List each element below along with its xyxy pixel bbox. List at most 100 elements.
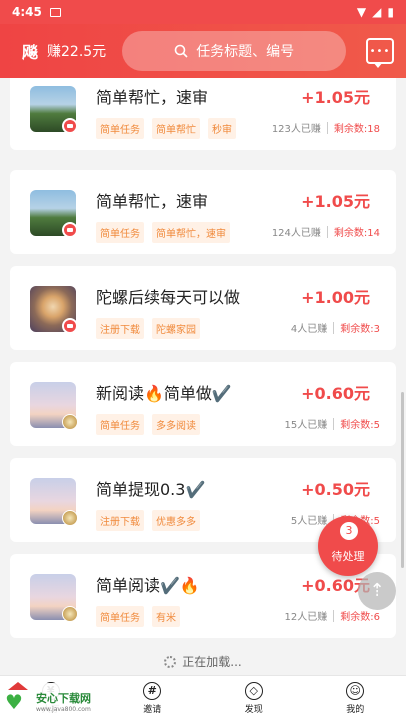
tab-3[interactable]: ☺ 我的 <box>305 676 406 721</box>
pending-label: 待处理 <box>331 550 365 563</box>
task-meta: 4人已赚 剩余数:3 <box>291 320 380 335</box>
search-placeholder: 任务标题、编号 <box>196 44 295 60</box>
meta-divider <box>326 121 328 134</box>
arrow-up-icon: ⇡ <box>369 580 385 601</box>
app-header: 飚 赚22.5元 任务标题、编号 ••• <box>0 24 406 78</box>
search-icon <box>174 44 188 58</box>
app-logo: 飚 <box>22 43 38 62</box>
hash-icon: # <box>143 682 162 700</box>
message-icon[interactable]: ••• <box>366 38 394 68</box>
sim-icon <box>49 7 61 17</box>
status-time: 4:45 <box>12 5 42 19</box>
house-icon <box>8 682 28 690</box>
search-bar[interactable]: 任务标题、编号 <box>122 31 347 71</box>
meta-divider <box>333 609 335 622</box>
pending-count: 3 <box>340 522 358 540</box>
meta-divider <box>333 321 335 334</box>
battery-icon: ▮ <box>387 5 394 19</box>
loading-text: 正在加载... <box>182 655 242 669</box>
task-tags: 注册下载 优惠多多 <box>96 510 200 531</box>
tab-2[interactable]: ◇ 发现 <box>203 676 305 721</box>
compass-icon: ◇ <box>244 682 263 700</box>
task-tag: 简单帮忙，速审 <box>152 222 230 243</box>
wifi-icon: ▼ <box>356 5 367 19</box>
remaining-count: 剩余数:14 <box>333 228 380 239</box>
remaining-count: 剩余数:6 <box>340 612 380 623</box>
task-price: +1.05元 <box>301 88 370 107</box>
coin-badge-icon <box>62 510 78 526</box>
task-card[interactable]: 简单帮忙，速审 +1.05元 简单任务 简单帮忙，速审 124人已赚 剩余数:14 <box>10 170 396 254</box>
earned-amount[interactable]: 赚22.5元 <box>47 41 106 61</box>
task-title: 简单提现0.3✔️ <box>96 480 206 499</box>
task-tag: 注册下载 <box>96 318 144 339</box>
earned-count: 124人已赚 <box>271 228 321 239</box>
task-title: 陀螺后续每天可以做 <box>96 288 241 307</box>
watermark-title: 安心下载网 <box>36 691 91 705</box>
task-tag: 简单任务 <box>96 222 144 243</box>
watermark-url: www.java800.com <box>36 705 91 713</box>
task-tag: 简单任务 <box>96 414 144 435</box>
task-meta: 123人已赚 剩余数:18 <box>272 120 380 135</box>
task-list[interactable]: 简单帮忙，速审 +1.05元 简单任务 简单帮忙 秒审 123人已赚 剩余数:18 简单帮忙，… <box>0 78 406 675</box>
task-tag: 简单任务 <box>96 118 144 139</box>
signal-icon: ◢ <box>372 5 382 19</box>
task-title: 简单帮忙，速审 <box>96 192 209 211</box>
tab-1[interactable]: # 邀请 <box>102 676 204 721</box>
task-price: +1.05元 <box>301 192 370 211</box>
task-title: 新阅读🔥简单做✔️ <box>96 384 232 403</box>
task-title: 简单阅读✔️🔥 <box>96 576 200 595</box>
task-tag: 有米 <box>152 606 180 627</box>
task-tag: 优惠多多 <box>152 510 200 531</box>
remaining-count: 剩余数:18 <box>333 124 380 135</box>
tab-label: 邀请 <box>143 705 162 715</box>
tab-label: 我的 <box>346 705 365 715</box>
task-tag: 简单帮忙 <box>152 118 200 139</box>
task-tag: 秒审 <box>208 118 236 139</box>
task-tag: 多多阅读 <box>152 414 200 435</box>
car-badge-icon <box>62 318 78 334</box>
coin-badge-icon <box>62 606 78 622</box>
remaining-count: 剩余数:5 <box>340 420 380 431</box>
task-tag: 简单任务 <box>96 606 144 627</box>
task-card[interactable]: 新阅读🔥简单做✔️ +0.60元简单任务 多多阅读 15人已赚 剩余数:5 <box>10 362 396 446</box>
task-meta: 15人已赚 剩余数:5 <box>285 416 380 431</box>
task-card[interactable]: 简单帮忙，速审 +1.05元简单任务 简单帮忙 秒审 123人已赚 剩余数:18 <box>10 78 396 150</box>
heart-icon: ♥ <box>5 690 23 714</box>
car-badge-icon <box>62 118 78 134</box>
face-icon: ☺ <box>346 682 365 700</box>
earned-count: 5人已赚 <box>290 516 328 527</box>
tab-label: 发现 <box>244 705 263 715</box>
task-tags: 简单任务 简单帮忙，速审 <box>96 222 230 243</box>
task-price: +1.00元 <box>301 288 370 307</box>
task-card[interactable]: 陀螺后续每天可以做 +1.00元注册下载 陀螺家园 4人已赚 剩余数:3 <box>10 266 396 350</box>
task-price: +0.50元 <box>301 480 370 499</box>
watermark-logo: ♥ <box>2 682 32 714</box>
earned-count: 123人已赚 <box>271 124 321 135</box>
earned-count: 4人已赚 <box>290 324 328 335</box>
spinner-icon <box>164 656 177 668</box>
status-bar: 4:45 ▼ ◢ ▮ <box>0 0 406 24</box>
loading-indicator: 正在加载... <box>0 653 406 670</box>
meta-divider <box>326 225 328 238</box>
task-tag: 注册下载 <box>96 510 144 531</box>
task-tags: 简单任务 有米 <box>96 606 180 627</box>
coin-badge-icon <box>62 414 78 430</box>
task-price: +0.60元 <box>301 384 370 403</box>
task-tags: 注册下载 陀螺家园 <box>96 318 200 339</box>
earned-count: 15人已赚 <box>284 420 328 431</box>
task-meta: 12人已赚 剩余数:6 <box>285 608 380 623</box>
task-meta: 124人已赚 剩余数:14 <box>272 224 380 239</box>
car-badge-icon <box>62 222 78 238</box>
earned-count: 12人已赚 <box>284 612 328 623</box>
task-tags: 简单任务 简单帮忙 秒审 <box>96 118 236 139</box>
remaining-count: 剩余数:3 <box>340 324 380 335</box>
task-title: 简单帮忙，速审 <box>96 88 209 107</box>
scrollbar[interactable] <box>401 392 404 568</box>
scroll-top-button[interactable]: ⇡ <box>358 572 396 610</box>
status-icons: ▼ ◢ ▮ <box>357 5 394 19</box>
meta-divider <box>333 417 335 430</box>
pending-button[interactable]: 3 待处理 <box>318 516 378 576</box>
watermark: ♥ 安心下载网 www.java800.com <box>2 682 102 719</box>
task-tags: 简单任务 多多阅读 <box>96 414 200 435</box>
task-tag: 陀螺家园 <box>152 318 200 339</box>
